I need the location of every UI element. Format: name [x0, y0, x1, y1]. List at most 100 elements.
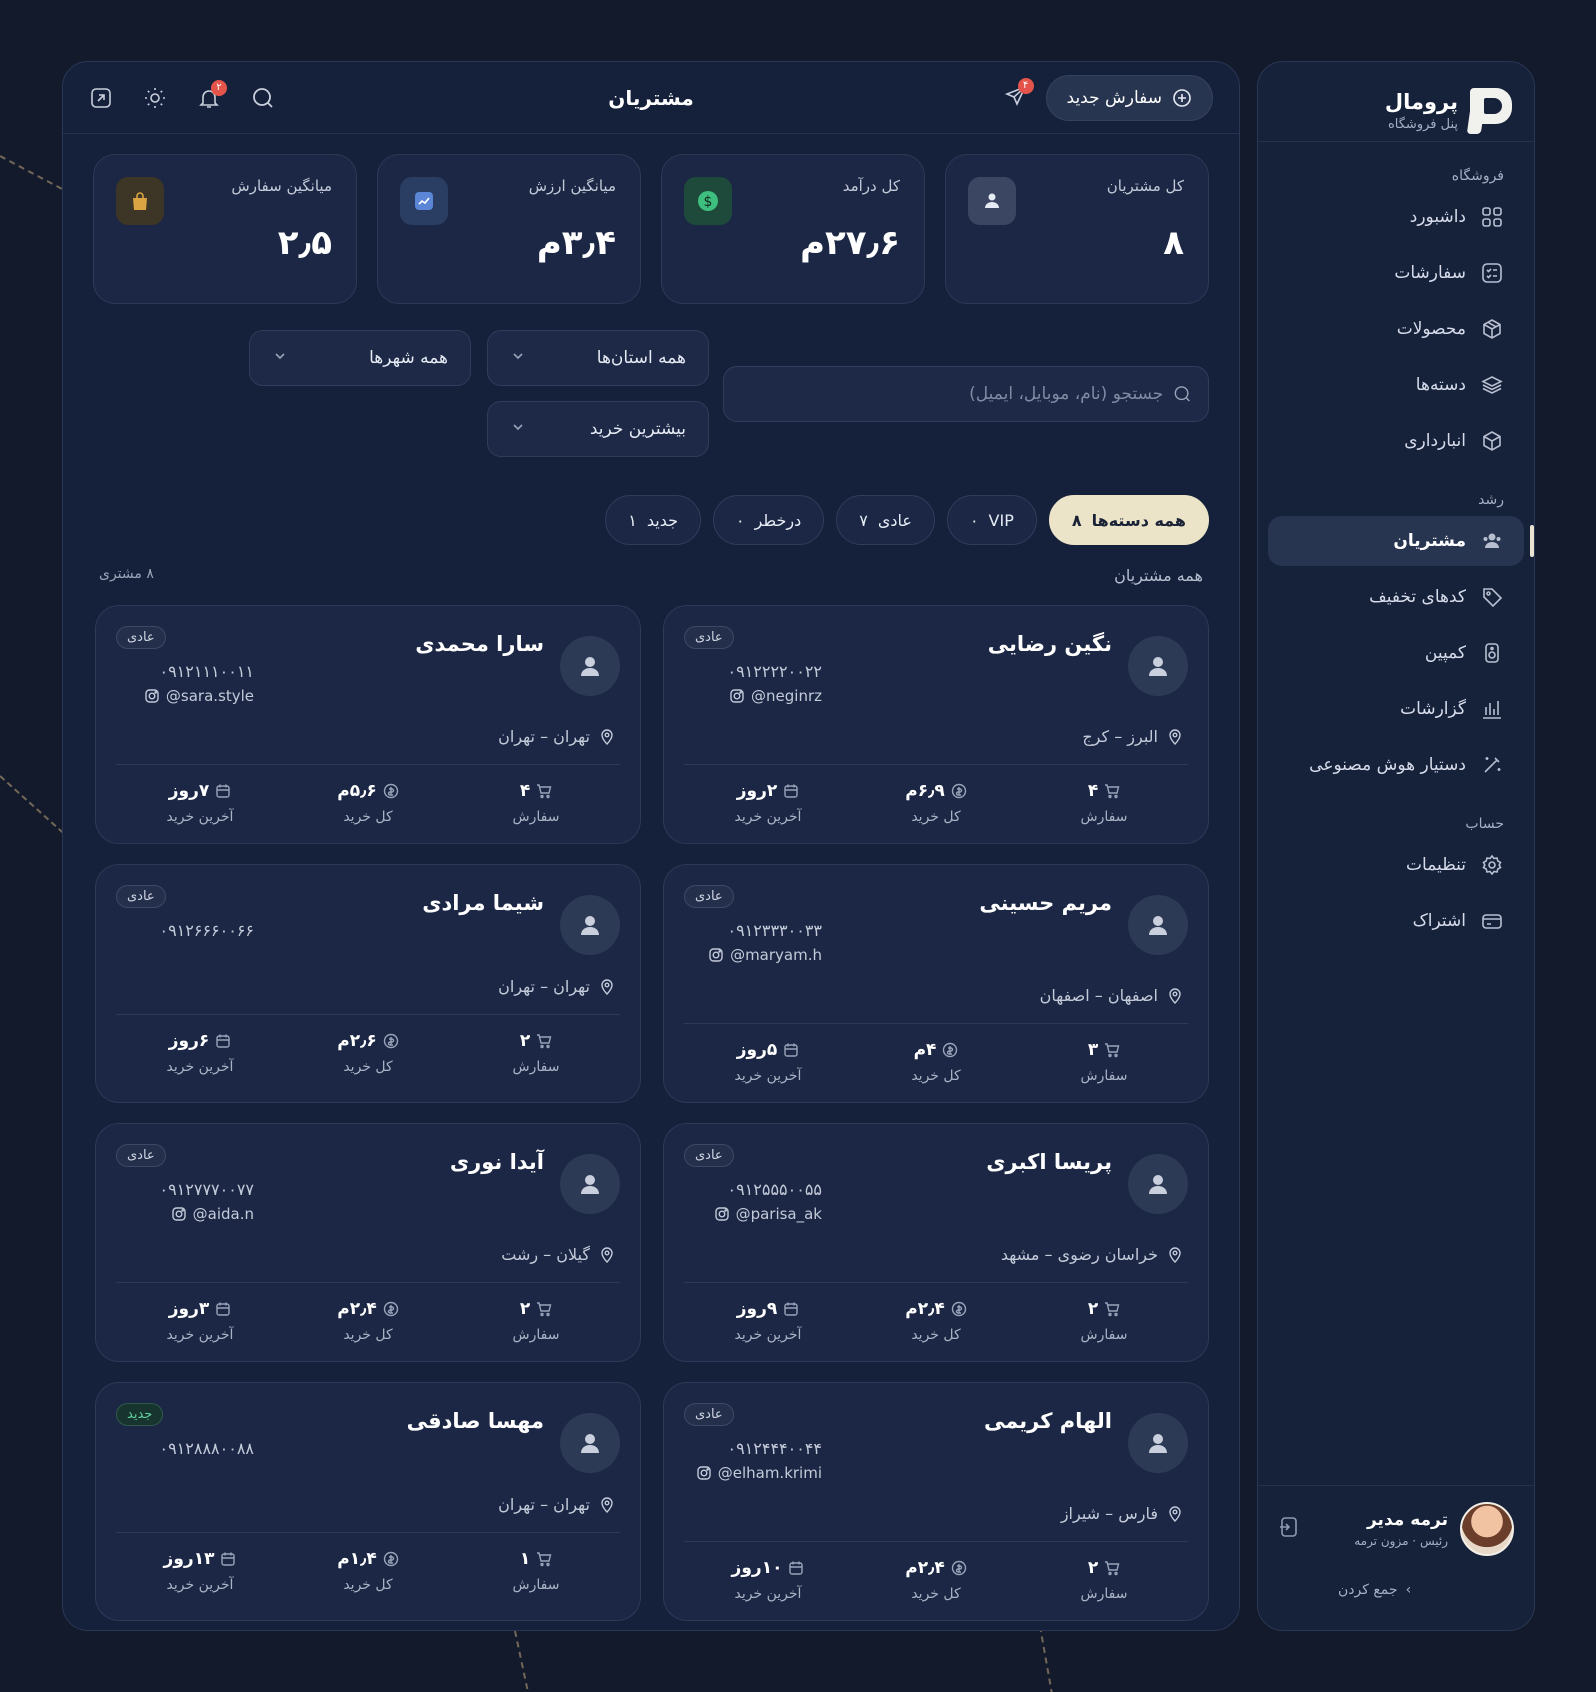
sidebar-item-label: کدهای تخفیف	[1369, 587, 1466, 607]
main-panel: سفارش جدید ۴ مشتریان ۲ کل مشتریان ۸ کل د…	[62, 61, 1240, 1631]
list-check-icon	[1480, 261, 1504, 285]
sidebar-item-settings[interactable]: تنظیمات	[1268, 840, 1524, 890]
customer-card[interactable]: جدید مهسا صادقی ۰۹۱۲۸۸۸۰۰۸۸ تهران – تهرا…	[95, 1382, 641, 1621]
sun-icon[interactable]	[143, 86, 167, 110]
customer-name: پریسا اکبری	[986, 1150, 1112, 1174]
customer-tag: عادی	[684, 1403, 734, 1426]
sidebar-item-label: محصولات	[1396, 319, 1466, 339]
customer-card[interactable]: عادی مریم حسینی ۰۹۱۲۳۳۳۰۰۳۳ @maryam.h اص…	[663, 864, 1209, 1103]
orders-label: سفارش	[1080, 1586, 1128, 1602]
customer-instagram-handle: @sara.style	[165, 687, 254, 705]
customer-instagram[interactable]: @neginrz	[684, 687, 822, 705]
chip-regular[interactable]: عادی ۷	[836, 495, 935, 545]
chip-all[interactable]: همه دسته‌ها ۸	[1048, 495, 1209, 545]
bell-icon[interactable]: ۲	[197, 79, 227, 110]
orders-label: سفارش	[1080, 809, 1128, 825]
customer-phone: ۰۹۱۲۴۴۴۰۰۴۴	[727, 1439, 822, 1458]
customer-instagram[interactable]: @maryam.h	[684, 946, 822, 964]
sort-select[interactable]: بیشترین خرید	[487, 401, 709, 457]
sidebar-item-ai-assistant[interactable]: دستیار هوش مصنوعی	[1268, 740, 1524, 790]
stat-card-avg-value: میانگین ارزش ۳٫۴م	[377, 154, 641, 304]
search-input[interactable]	[740, 384, 1164, 404]
customer-location: تهران – تهران	[116, 727, 620, 746]
customer-instagram[interactable]: @sara.style	[116, 687, 254, 705]
search-icon	[1174, 386, 1191, 402]
logout-icon[interactable]	[1278, 1515, 1302, 1543]
sidebar-item-label: گزارشات	[1400, 699, 1466, 719]
chip-vip[interactable]: VIP ۰	[946, 495, 1037, 545]
brand[interactable]: پرومال پنل فروشگاه	[1258, 62, 1534, 142]
customer-instagram[interactable]: @parisa_ak	[684, 1205, 822, 1223]
chip-new[interactable]: جدید ۱	[605, 495, 701, 545]
customer-orders: ۲	[519, 1031, 531, 1051]
layers-icon	[1480, 373, 1504, 397]
customer-orders: ۲	[1087, 1558, 1099, 1578]
location-pin-icon	[601, 1496, 613, 1513]
sidebar-item-inventory[interactable]: انبارداری	[1268, 416, 1524, 466]
sidebar-item-reports[interactable]: گزارشات	[1268, 684, 1524, 734]
province-select[interactable]: همه استان‌ها	[487, 330, 709, 386]
customer-last-purchase: ۷روز	[168, 781, 210, 801]
customer-total: ۲٫۴م	[905, 1299, 945, 1319]
cart-icon	[536, 1551, 552, 1567]
instagram-icon	[714, 1207, 729, 1221]
calendar-icon	[215, 783, 231, 799]
stat-card-avg-order: میانگین سفارش ۲٫۵	[93, 154, 357, 304]
customer-tag: عادی	[684, 1144, 734, 1167]
customer-location-text: اصفهان – اصفهان	[1039, 986, 1158, 1005]
sidebar-item-products[interactable]: محصولات	[1268, 304, 1524, 354]
sidebar-item-orders[interactable]: سفارشات	[1268, 248, 1524, 298]
speaker-icon	[1480, 641, 1504, 665]
avatar[interactable]	[1460, 1502, 1514, 1556]
city-select[interactable]: همه شهرها	[249, 330, 471, 386]
location-pin-icon	[1169, 728, 1181, 745]
last-label: آخرین خرید	[166, 809, 234, 825]
sidebar-item-dashboard[interactable]: داشبورد	[1268, 192, 1524, 242]
box-icon	[1480, 317, 1504, 341]
customer-last-purchase: ۹روز	[736, 1299, 778, 1319]
sidebar-item-categories[interactable]: دسته‌ها	[1268, 360, 1524, 410]
sidebar-item-customers[interactable]: مشتریان	[1268, 516, 1534, 566]
collapse-button[interactable]: › جمع کردن	[1278, 1582, 1514, 1598]
sidebar-item-subscription[interactable]: اشتراک	[1268, 896, 1524, 946]
new-order-label: سفارش جدید	[1066, 87, 1162, 108]
user-icon	[1128, 1413, 1188, 1473]
customer-phone: ۰۹۱۲۵۵۵۰۰۵۵	[727, 1180, 822, 1199]
expand-icon[interactable]	[89, 86, 113, 110]
chip-at-risk[interactable]: درخطر ۰	[712, 495, 825, 545]
sort-select-value: بیشترین خرید	[589, 419, 686, 439]
customer-card[interactable]: عادی آیدا نوری ۰۹۱۲۷۷۷۰۰۷۷ @aida.n گیلان…	[95, 1123, 641, 1362]
customer-card[interactable]: عادی الهام کریمی ۰۹۱۲۴۴۴۰۰۴۴ @elham.krim…	[663, 1382, 1209, 1621]
customer-stats: ۲ سفارش ۲٫۶م کل خرید ۶روز آخرین خرید	[116, 1014, 620, 1093]
customer-card[interactable]: عادی نگین رضایی ۰۹۱۲۲۲۲۰۰۲۲ @neginrz الب…	[663, 605, 1209, 844]
customer-instagram[interactable]: @aida.n	[116, 1205, 254, 1223]
customer-card[interactable]: عادی شیما مرادی ۰۹۱۲۶۶۶۰۰۶۶ تهران – تهرا…	[95, 864, 641, 1103]
customer-card[interactable]: عادی پریسا اکبری ۰۹۱۲۵۵۵۰۰۵۵ @parisa_ak …	[663, 1123, 1209, 1362]
user-icon	[1128, 895, 1188, 955]
sidebar-item-discounts[interactable]: کدهای تخفیف	[1268, 572, 1524, 622]
customer-instagram[interactable]: @elham.krimi	[684, 1464, 822, 1482]
customer-total: ۶٫۹م	[905, 781, 945, 801]
calendar-icon	[783, 783, 799, 799]
new-order-button[interactable]: سفارش جدید	[1045, 74, 1213, 121]
location-pin-icon	[1169, 987, 1181, 1004]
users-icon	[1480, 529, 1504, 553]
orders-label: سفارش	[1080, 1068, 1128, 1084]
send-icon[interactable]: ۴	[1004, 77, 1034, 112]
calendar-icon	[215, 1301, 231, 1317]
customer-name: شیما مرادی	[422, 891, 544, 915]
stat-card-revenue: کل درآمد ۲۷٫۶م $	[661, 154, 925, 304]
search-box[interactable]	[723, 366, 1209, 422]
customer-location: گیلان – رشت	[116, 1245, 620, 1264]
sidebar-item-label: کمپین	[1424, 643, 1466, 663]
coin-icon	[383, 1301, 399, 1317]
list-header: همه مشتریان ۸ مشتری	[63, 546, 1239, 585]
segment-chips: همه دسته‌ها ۸ VIP ۰ عادی ۷ درخطر ۰ جدید ۱	[63, 494, 1239, 546]
chevron-right-icon: ›	[1405, 1582, 1412, 1598]
customer-card[interactable]: عادی سارا محمدی ۰۹۱۲۱۱۱۰۰۱۱ @sara.style …	[95, 605, 641, 844]
svg-text:$: $	[704, 194, 713, 210]
sidebar-item-campaign[interactable]: کمپین	[1268, 628, 1524, 678]
search-icon[interactable]	[251, 86, 275, 110]
bag-icon	[116, 177, 164, 225]
customer-name: الهام کریمی	[983, 1409, 1112, 1433]
